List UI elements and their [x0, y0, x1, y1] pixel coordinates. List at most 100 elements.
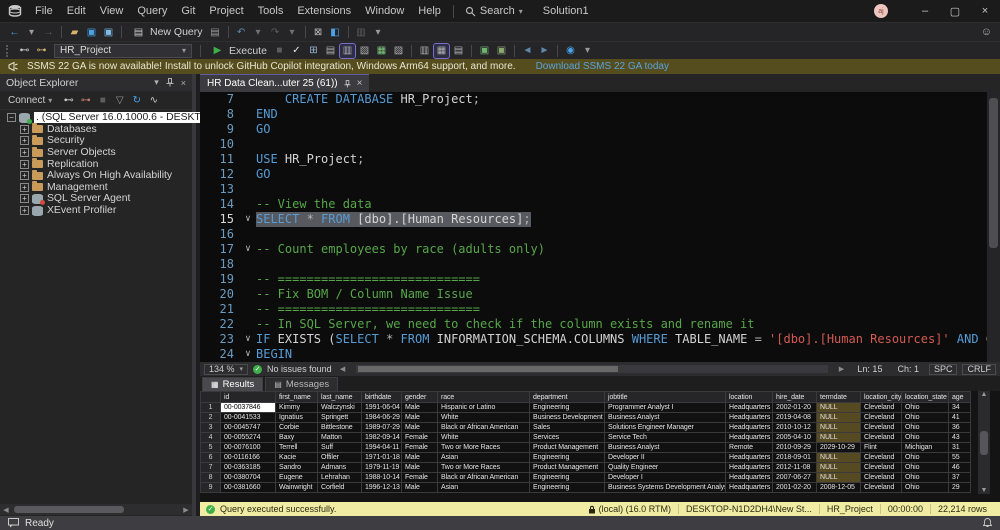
database-combobox[interactable]: HR_Project▾ — [54, 44, 192, 58]
cell[interactable]: Two or More Races — [438, 463, 530, 473]
close-button[interactable]: × — [970, 0, 1000, 22]
cell[interactable]: 1991-06-04 — [362, 403, 402, 413]
cell[interactable]: 1989-07-29 — [362, 423, 402, 433]
cell[interactable]: Female — [402, 443, 438, 453]
nav-back-icon[interactable]: ← — [7, 25, 22, 39]
code-line[interactable]: 24∨BEGIN — [200, 347, 1000, 362]
cell[interactable]: 46 — [949, 463, 971, 473]
script-window-icon[interactable]: ⊠ — [311, 25, 326, 39]
download-ssms-link[interactable]: Download SSMS 22 GA today — [536, 61, 669, 72]
code-line[interactable]: 14-- View the data — [200, 197, 1000, 212]
cell[interactable]: Ohio — [902, 463, 949, 473]
object-explorer-hscrollbar[interactable]: ◀ ▶ — [0, 504, 192, 515]
cell[interactable]: Headquarters — [726, 463, 773, 473]
tree-item-server-objects[interactable]: +Server Objects — [17, 147, 192, 159]
close-panel-icon[interactable]: × — [181, 78, 186, 88]
editor-hscrollbar[interactable] — [356, 365, 829, 373]
editor-vscrollbar[interactable] — [987, 92, 1000, 362]
window-position-caret-icon[interactable]: ▾ — [154, 77, 159, 88]
cell[interactable]: 1982-09-14 — [362, 433, 402, 443]
row-number[interactable]: 3 — [201, 423, 221, 433]
expand-icon[interactable]: + — [20, 160, 29, 169]
code-line[interactable]: 15∨SELECT * FROM [dbo].[Human Resources]… — [200, 212, 1000, 227]
menu-extensions[interactable]: Extensions — [290, 0, 358, 22]
cell[interactable]: 2002-01-20 — [773, 403, 817, 413]
expand-icon[interactable]: + — [20, 125, 29, 134]
expand-icon[interactable]: + — [20, 206, 29, 215]
cell[interactable]: Developer II — [605, 453, 726, 463]
scroll-thumb[interactable] — [14, 506, 124, 513]
cell[interactable]: 00-0380704 — [221, 473, 276, 483]
cell[interactable]: Female — [402, 433, 438, 443]
user-avatar[interactable]: aj — [874, 4, 888, 18]
corner-header[interactable] — [201, 392, 221, 403]
cell[interactable]: Business Analyst — [605, 443, 726, 453]
code-line[interactable]: 17∨-- Count employees by race (adults on… — [200, 242, 1000, 257]
code-line[interactable]: 11USE HR_Project; — [200, 152, 1000, 167]
cell[interactable]: Business Analyst — [605, 413, 726, 423]
include-actual-plan-icon[interactable]: ▦ — [374, 44, 389, 58]
new-query-button[interactable]: ▤New Query — [126, 25, 207, 39]
cell[interactable]: 1971-01-18 — [362, 453, 402, 463]
tab-messages[interactable]: ▤ Messages — [265, 377, 338, 391]
cell[interactable]: Cleveland — [861, 473, 902, 483]
intellisense-enabled-icon[interactable]: ▥ — [340, 44, 355, 58]
code-line[interactable]: 7 CREATE DATABASE HR_Project; — [200, 92, 1000, 107]
cell[interactable]: Michigan — [902, 443, 949, 453]
include-client-stats-icon[interactable]: ▨ — [391, 44, 406, 58]
code-line[interactable]: 9GO — [200, 122, 1000, 137]
oe-stop-icon[interactable]: ■ — [95, 93, 110, 107]
code-line[interactable]: 23∨IF EXISTS (SELECT * FROM INFORMATION_… — [200, 332, 1000, 347]
column-header-hire_date[interactable]: hire_date — [773, 392, 817, 403]
editor-hscroll-thumb[interactable] — [358, 366, 618, 372]
fold-chevron-icon[interactable]: ∨ — [240, 212, 256, 227]
tree-item-databases[interactable]: +Databases — [17, 124, 192, 136]
cell[interactable]: 2010-10-12 — [773, 423, 817, 433]
tree-item-always-on-high-availability[interactable]: +Always On High Availability — [17, 170, 192, 182]
maximize-button[interactable]: ▢ — [940, 0, 970, 22]
oe-filter-icon[interactable]: ▽ — [112, 93, 127, 107]
cell[interactable]: NULL — [817, 463, 861, 473]
results-to-text-icon[interactable]: ▥ — [417, 44, 432, 58]
cell[interactable]: Cleveland — [861, 453, 902, 463]
code-line[interactable]: 12GO — [200, 167, 1000, 182]
toolbar-overflow-icon[interactable]: ▾ — [371, 25, 386, 39]
cell[interactable]: Admans — [318, 463, 362, 473]
column-header-first_name[interactable]: first_name — [276, 392, 318, 403]
code-line[interactable]: 21-- ============================ — [200, 302, 1000, 317]
tree-item-management[interactable]: +Management — [17, 182, 192, 194]
cell[interactable]: 1996-12-13 — [362, 483, 402, 493]
cell[interactable]: Ohio — [902, 433, 949, 443]
column-header-race[interactable]: race — [438, 392, 530, 403]
code-line[interactable]: 13 — [200, 182, 1000, 197]
cell[interactable]: Engineering — [530, 453, 605, 463]
copilot-chat-icon[interactable]: ◧ — [328, 25, 343, 39]
cell[interactable]: Ohio — [902, 413, 949, 423]
cell[interactable]: Developer I — [605, 473, 726, 483]
column-header-id[interactable]: id — [221, 392, 276, 403]
code-line[interactable]: 18 — [200, 257, 1000, 272]
change-connection-icon[interactable]: ⊶ — [34, 44, 49, 58]
collapse-icon[interactable]: − — [7, 113, 16, 122]
cell[interactable]: Offiler — [318, 453, 362, 463]
cell[interactable]: 36 — [949, 423, 971, 433]
grid-vscroll-thumb[interactable] — [980, 431, 988, 455]
cell[interactable]: Business Systems Development Analyst — [605, 483, 726, 493]
cell[interactable]: Headquarters — [726, 433, 773, 443]
execute-button[interactable]: ▶Execute — [205, 44, 271, 58]
cell[interactable]: Flint — [861, 443, 902, 453]
undo-caret-icon[interactable]: ▾ — [251, 25, 266, 39]
menu-view[interactable]: View — [93, 0, 131, 22]
cell[interactable]: Headquarters — [726, 413, 773, 423]
menu-file[interactable]: File — [28, 0, 60, 22]
expand-icon[interactable]: + — [20, 136, 29, 145]
results-to-file-icon[interactable]: ▤ — [451, 44, 466, 58]
cell[interactable]: 00-0381660 — [221, 483, 276, 493]
cell[interactable]: Walczynski — [318, 403, 362, 413]
line-ending-indicator[interactable]: CRLF — [962, 364, 996, 375]
column-header-location_city[interactable]: location_city — [861, 392, 902, 403]
grid-scroll-down-icon[interactable]: ▼ — [981, 487, 988, 494]
cell[interactable]: Lehrahan — [318, 473, 362, 483]
cell[interactable]: Male — [402, 463, 438, 473]
undo-icon[interactable]: ↶ — [234, 25, 249, 39]
